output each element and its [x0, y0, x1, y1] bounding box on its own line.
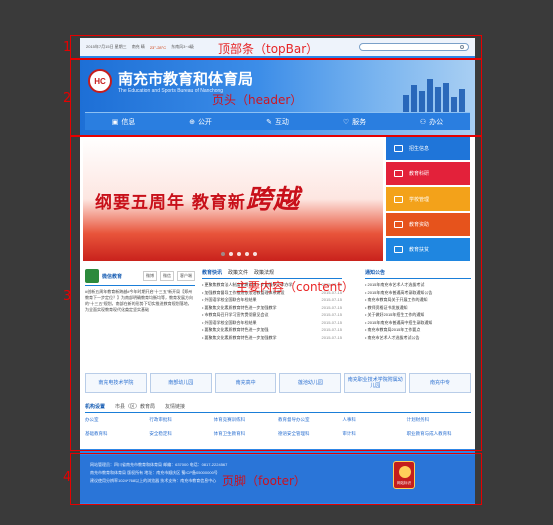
region-label: 顶部条（topBar）: [218, 42, 319, 56]
region-number: 3: [63, 289, 72, 304]
region-number: 2: [63, 91, 72, 106]
region-label: 页头（header）: [212, 93, 303, 107]
region-number: 1: [63, 40, 72, 55]
region-label: 主要内容（content）: [236, 280, 354, 294]
region-number: 4: [63, 470, 72, 485]
page-canvas: 2015年7月15日 星期三 南充 晴 23°-28°C 东南风3~4级 HC …: [0, 0, 553, 525]
region-label: 页脚（footer）: [222, 474, 306, 488]
